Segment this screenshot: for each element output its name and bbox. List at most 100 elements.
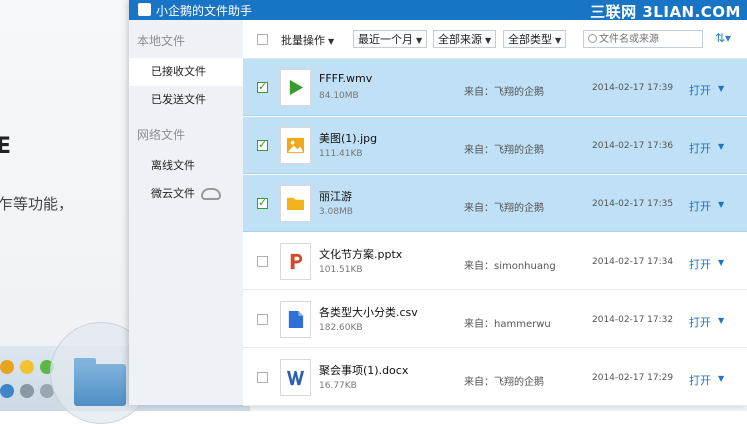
file-list-panel: 批量操作▼ 最近一个月▼ 全部来源▼ 全部类型▼ ⇅▾ FFFF.wmv 84.… xyxy=(243,20,747,406)
chevron-down-icon[interactable]: ▼ xyxy=(718,316,724,325)
title-bar[interactable]: 小企鹅的文件助手 三联网 3LIAN.COM xyxy=(129,0,747,21)
chevron-down-icon[interactable]: ▼ xyxy=(718,142,724,151)
sort-icon[interactable]: ⇅▾ xyxy=(715,31,731,45)
file-source: 来自：飞翔的企鹅 xyxy=(464,377,544,388)
file-row[interactable]: 丽江游 3.08MB 来自：飞翔的企鹅 2014-02-17 17:35 打开 … xyxy=(243,175,747,232)
document-glyph xyxy=(288,310,304,329)
row-checkbox[interactable] xyxy=(257,196,268,209)
open-button[interactable]: 打开 xyxy=(689,314,711,330)
search-input[interactable] xyxy=(599,32,699,46)
file-row[interactable]: 美图(1).jpg 111.41KB 来自：飞翔的企鹅 2014-02-17 1… xyxy=(243,117,747,174)
source-filter-value: 全部来源 xyxy=(438,33,482,46)
file-source: 来自：飞翔的企鹅 xyxy=(464,145,544,156)
folder-icon xyxy=(280,185,311,222)
file-date: 2014-02-17 17:36 xyxy=(592,141,674,151)
search-box[interactable] xyxy=(583,30,703,48)
type-filter-select[interactable]: 全部类型 ▼ xyxy=(503,30,567,48)
sidebar-item-weiyun[interactable]: 微云文件 xyxy=(129,180,243,208)
app-icon xyxy=(138,3,151,16)
window-title: 小企鹅的文件助手 xyxy=(156,4,253,18)
row-checkbox[interactable] xyxy=(257,372,268,383)
file-date: 2014-02-17 17:34 xyxy=(592,257,674,267)
chevron-down-icon: ▼ xyxy=(555,36,562,45)
background-text: 乍等功能， xyxy=(0,195,74,213)
row-checkbox[interactable] xyxy=(257,256,268,267)
open-button[interactable]: 打开 xyxy=(689,372,711,388)
sidebar-item-offline[interactable]: 离线文件 xyxy=(129,152,243,180)
file-source: 来自：hammerwu xyxy=(464,319,551,330)
chevron-down-icon: ▼ xyxy=(485,36,492,45)
user-icon[interactable] xyxy=(0,384,14,398)
chevron-down-icon: ▼ xyxy=(328,37,335,46)
row-checkbox[interactable] xyxy=(257,138,268,151)
sidebar-section-local: 本地文件 xyxy=(137,34,186,48)
open-button[interactable]: 打开 xyxy=(689,140,711,156)
file-size: 84.10MB xyxy=(319,91,359,101)
file-date: 2014-02-17 17:39 xyxy=(592,83,674,93)
file-name[interactable]: 各类型大小分类.csv xyxy=(319,304,418,320)
qzone-icon[interactable] xyxy=(20,360,34,374)
image-glyph xyxy=(286,137,305,154)
folder-icon xyxy=(74,358,126,406)
time-filter-select[interactable]: 最近一个月 ▼ xyxy=(353,30,428,48)
file-date: 2014-02-17 17:35 xyxy=(592,199,674,209)
file-row[interactable]: FFFF.wmv 84.10MB 来自：飞翔的企鹅 2014-02-17 17:… xyxy=(243,59,747,116)
play-glyph xyxy=(289,79,304,96)
sidebar-section-network: 网络文件 xyxy=(137,128,186,142)
file-source: 来自：飞翔的企鹅 xyxy=(464,203,544,214)
ppt-icon xyxy=(280,243,311,280)
file-size: 101.51KB xyxy=(319,265,363,275)
file-row[interactable]: 文化节方案.pptx 101.51KB 来自：simonhuang 2014-0… xyxy=(243,233,747,290)
folder-glyph xyxy=(286,197,305,211)
chevron-down-icon[interactable]: ▼ xyxy=(718,84,724,93)
chevron-down-icon: ▼ xyxy=(416,36,423,45)
bulk-actions-label: 批量操作 xyxy=(281,34,325,47)
search-icon xyxy=(588,34,597,43)
file-name[interactable]: 丽江游 xyxy=(319,188,352,204)
video-icon xyxy=(280,69,311,106)
ppt-glyph xyxy=(290,253,303,270)
file-name[interactable]: 美图(1).jpg xyxy=(319,130,377,146)
file-name[interactable]: FFFF.wmv xyxy=(319,72,372,85)
file-assistant-window: 小企鹅的文件助手 三联网 3LIAN.COM 本地文件 已接收文件 已发送文件 … xyxy=(129,0,747,406)
toolbar: 批量操作▼ 最近一个月▼ 全部来源▼ 全部类型▼ ⇅▾ xyxy=(243,20,747,59)
file-row[interactable]: 聚会事项(1).docx 16.77KB 来自：飞翔的企鹅 2014-02-17… xyxy=(243,349,747,406)
row-checkbox[interactable] xyxy=(257,314,268,325)
sidebar-item-received[interactable]: 已接收文件 xyxy=(129,58,243,86)
watermark: 三联网 3LIAN.COM xyxy=(590,3,741,21)
chevron-down-icon[interactable]: ▼ xyxy=(718,200,724,209)
cloud-icon xyxy=(201,188,221,200)
file-date: 2014-02-17 17:32 xyxy=(592,315,674,325)
file-row[interactable]: 各类型大小分类.csv 182.60KB 来自：hammerwu 2014-02… xyxy=(243,291,747,348)
chevron-down-icon[interactable]: ▼ xyxy=(718,258,724,267)
time-filter-value: 最近一个月 xyxy=(358,33,413,46)
open-button[interactable]: 打开 xyxy=(689,198,711,214)
file-size: 111.41KB xyxy=(319,149,363,159)
background-heading: E xyxy=(0,134,12,159)
word-icon xyxy=(280,359,311,396)
type-filter-value: 全部类型 xyxy=(508,33,552,46)
chevron-down-icon[interactable]: ▼ xyxy=(718,374,724,383)
file-source: 来自：飞翔的企鹅 xyxy=(464,87,544,98)
open-button[interactable]: 打开 xyxy=(689,256,711,272)
penguin-icon[interactable] xyxy=(0,360,14,374)
file-source: 来自：simonhuang xyxy=(464,261,556,272)
word-glyph xyxy=(286,370,305,386)
document-icon xyxy=(280,301,311,338)
sidebar-item-sent[interactable]: 已发送文件 xyxy=(129,86,243,114)
open-button[interactable]: 打开 xyxy=(689,82,711,98)
file-size: 3.08MB xyxy=(319,207,353,217)
image-icon xyxy=(280,127,311,164)
gear-icon[interactable] xyxy=(20,384,34,398)
source-filter-select[interactable]: 全部来源 ▼ xyxy=(433,30,497,48)
sidebar: 本地文件 已接收文件 已发送文件 网络文件 离线文件 微云文件 xyxy=(129,20,244,405)
file-name[interactable]: 文化节方案.pptx xyxy=(319,246,402,262)
sidebar-item-label: 微云文件 xyxy=(151,187,195,200)
file-date: 2014-02-17 17:29 xyxy=(592,373,674,383)
file-name[interactable]: 聚会事项(1).docx xyxy=(319,362,408,378)
row-checkbox[interactable] xyxy=(257,80,268,93)
select-all-checkbox[interactable] xyxy=(257,34,268,45)
file-size: 182.60KB xyxy=(319,323,363,333)
file-size: 16.77KB xyxy=(319,381,357,391)
bulk-actions-menu[interactable]: 批量操作 ▼ xyxy=(281,32,334,48)
